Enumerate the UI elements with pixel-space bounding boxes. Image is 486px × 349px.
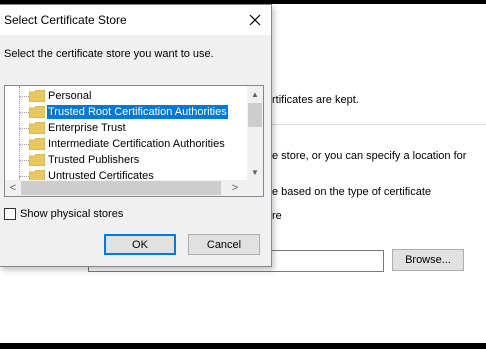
scroll-left-icon[interactable]: < bbox=[5, 180, 21, 196]
show-physical-stores-checkbox[interactable] bbox=[4, 208, 16, 220]
folder-icon bbox=[29, 154, 45, 166]
folder-icon bbox=[29, 106, 45, 118]
tree-connector bbox=[19, 86, 20, 186]
background-bottom-edge bbox=[0, 343, 486, 349]
tree-item-personal[interactable]: Personal bbox=[47, 89, 92, 103]
horizontal-scroll-thumb[interactable] bbox=[21, 181, 221, 195]
certificate-store-tree[interactable]: Personal Trusted Root Certification Auth… bbox=[4, 85, 264, 197]
bg-text-certificates-kept: rtificates are kept. bbox=[272, 94, 359, 106]
tree-branch bbox=[19, 144, 29, 145]
tree-branch bbox=[19, 96, 29, 97]
dialog-title: Select Certificate Store bbox=[4, 13, 127, 27]
dialog-prompt: Select the certificate store you want to… bbox=[4, 48, 214, 60]
ok-button[interactable]: OK bbox=[104, 234, 176, 255]
browse-button[interactable]: Browse... bbox=[392, 249, 464, 271]
select-certificate-store-dialog: Select Certificate Store Select the cert… bbox=[0, 4, 272, 267]
tree-item-trusted-root[interactable]: Trusted Root Certification Authorities bbox=[47, 105, 228, 119]
bg-divider bbox=[272, 124, 486, 125]
show-physical-stores-row[interactable]: Show physical stores bbox=[4, 208, 123, 220]
horizontal-scrollbar[interactable]: < > bbox=[5, 180, 263, 196]
vertical-scroll-thumb[interactable] bbox=[248, 103, 262, 127]
scroll-down-icon[interactable]: ▼ bbox=[247, 164, 263, 180]
dialog-title-bar: Select Certificate Store bbox=[0, 5, 271, 35]
folder-icon bbox=[29, 122, 45, 134]
bg-text-cert-type: e based on the type of certificate bbox=[272, 186, 431, 198]
folder-icon bbox=[29, 138, 45, 150]
folder-icon bbox=[29, 90, 45, 102]
tree-branch bbox=[19, 112, 29, 113]
close-icon[interactable] bbox=[246, 11, 264, 29]
tree-branch bbox=[19, 128, 29, 129]
bg-text-store: re bbox=[272, 210, 282, 222]
tree-item-intermediate[interactable]: Intermediate Certification Authorities bbox=[47, 137, 226, 151]
cancel-button[interactable]: Cancel bbox=[188, 234, 260, 255]
tree-item-enterprise-trust[interactable]: Enterprise Trust bbox=[47, 121, 127, 135]
tree-branch bbox=[19, 176, 29, 177]
scroll-up-icon[interactable]: ▲ bbox=[247, 86, 263, 102]
show-physical-stores-label[interactable]: Show physical stores bbox=[20, 208, 123, 220]
tree-item-trusted-publishers[interactable]: Trusted Publishers bbox=[47, 153, 140, 167]
scroll-right-icon[interactable]: > bbox=[227, 180, 243, 196]
vertical-scrollbar[interactable]: ▲ ▼ bbox=[247, 86, 263, 180]
tree-branch bbox=[19, 160, 29, 161]
bg-text-specify-location: e store, or you can specify a location f… bbox=[272, 150, 467, 162]
